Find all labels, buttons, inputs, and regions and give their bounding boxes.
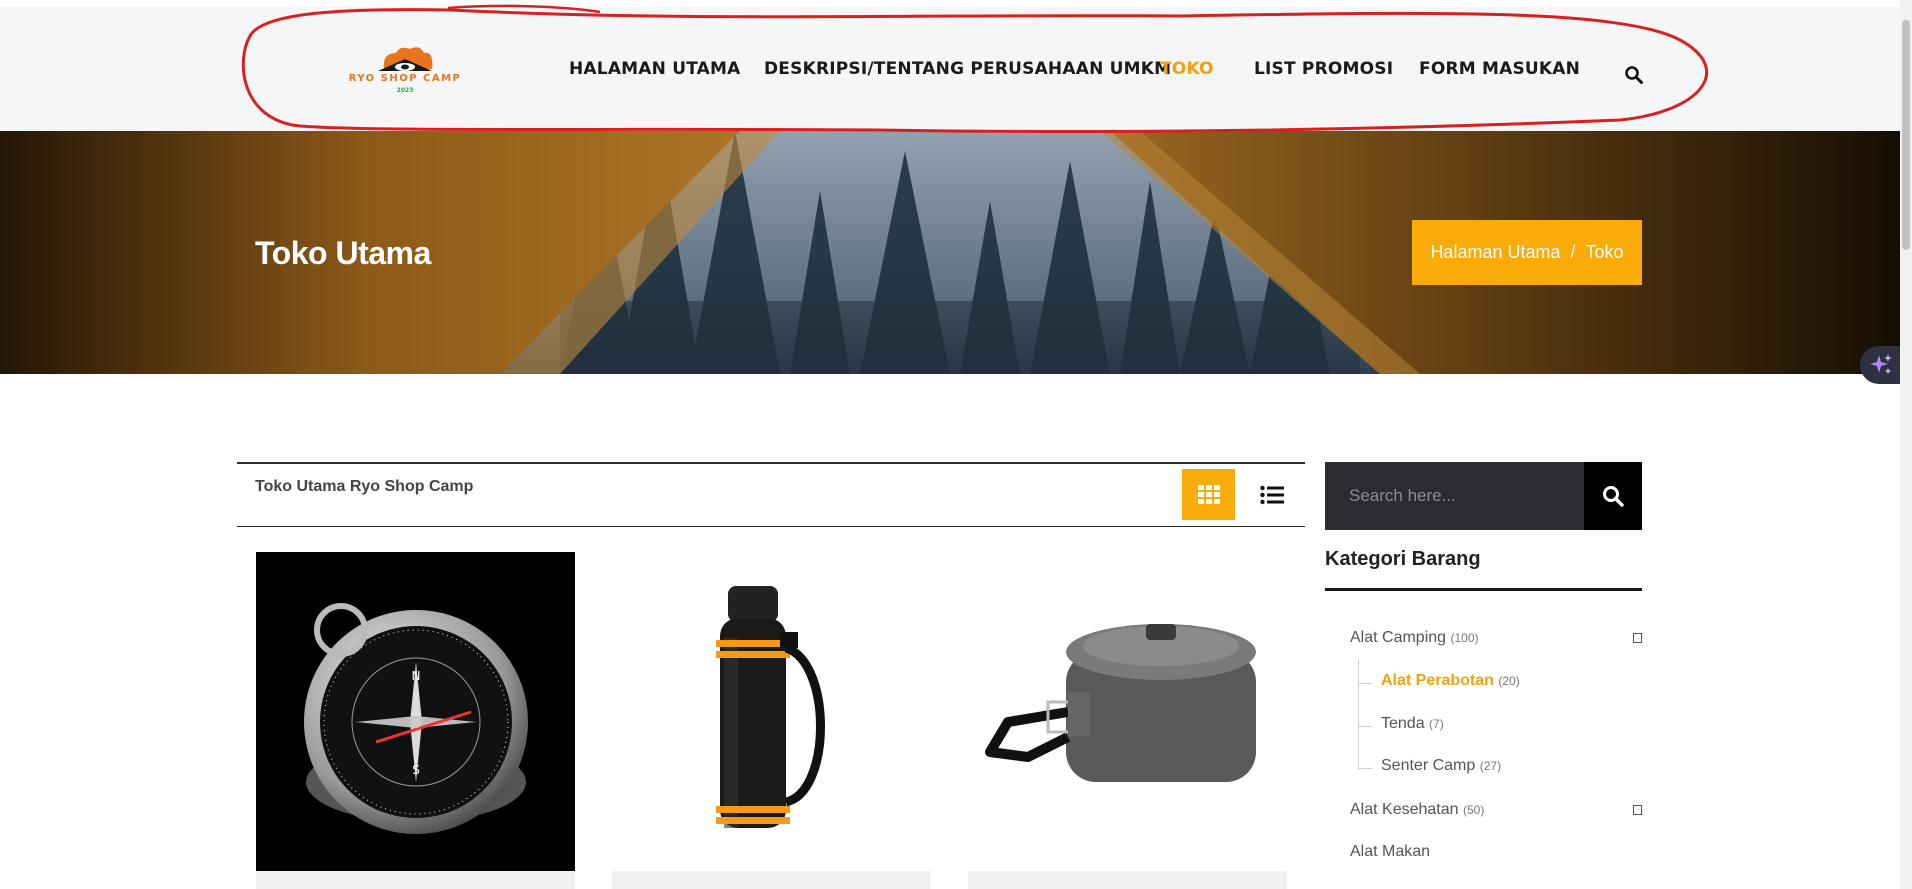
list-view-icon bbox=[1259, 485, 1284, 504]
category-name: Tenda bbox=[1381, 715, 1425, 732]
camping-pot-icon bbox=[985, 624, 1256, 782]
category-count: (27) bbox=[1479, 759, 1502, 773]
category-count: (50) bbox=[1462, 803, 1485, 817]
sidebar-search bbox=[1325, 462, 1642, 530]
grid-view-icon bbox=[1197, 484, 1220, 504]
breadcrumb-separator: / bbox=[1570, 242, 1576, 262]
breadcrumb-current: Toko bbox=[1585, 242, 1624, 262]
sidebar-search-button[interactable] bbox=[1584, 462, 1642, 530]
compass-icon: N S bbox=[304, 603, 528, 834]
svg-text:S: S bbox=[412, 763, 420, 777]
list-view-button[interactable] bbox=[1245, 469, 1298, 520]
product-card-thermos[interactable] bbox=[612, 552, 931, 871]
category-name: Alat Camping bbox=[1350, 629, 1447, 646]
page: RYO SHOP CAMP 2023 HALAMAN UTAMA DESKRIP… bbox=[0, 0, 1912, 889]
breadcrumb: Halaman Utama / Toko bbox=[1412, 220, 1642, 285]
nav-toko[interactable]: TOKO bbox=[1160, 59, 1214, 79]
ai-assistant-button[interactable] bbox=[1860, 346, 1904, 384]
category-alat-makan[interactable]: Alat Makan bbox=[1350, 843, 1430, 861]
category-senter-camp[interactable]: Senter Camp (27) bbox=[1381, 757, 1501, 775]
expand-alat-kesehatan-toggle[interactable] bbox=[1633, 805, 1642, 815]
product-card-compass[interactable]: N S bbox=[256, 552, 575, 871]
scrollbar-thumb[interactable] bbox=[1902, 20, 1910, 250]
category-count: (20) bbox=[1498, 674, 1520, 688]
expand-alat-camping-toggle[interactable] bbox=[1633, 633, 1642, 643]
shop-toolbar: Toko Utama Ryo Shop Camp bbox=[237, 462, 1305, 527]
category-name: Alat Makan bbox=[1350, 843, 1431, 860]
product-card-footer bbox=[968, 871, 1287, 889]
nav-form-masukan[interactable]: FORM MASUKAN bbox=[1419, 59, 1580, 79]
grid-view-button[interactable] bbox=[1182, 469, 1235, 520]
category-name: Senter Camp bbox=[1381, 757, 1476, 774]
categories-title: Kategori Barang bbox=[1325, 548, 1481, 570]
breadcrumb-home-link[interactable]: Halaman Utama bbox=[1430, 242, 1560, 263]
category-tree-branch bbox=[1358, 683, 1372, 684]
page-scrollbar[interactable] bbox=[1900, 0, 1912, 889]
category-name: Alat Perabotan bbox=[1381, 672, 1494, 689]
category-alat-kesehatan[interactable]: Alat Kesehatan (50) bbox=[1350, 801, 1484, 819]
category-alat-perabotan[interactable]: Alat Perabotan (20) bbox=[1381, 672, 1520, 690]
product-card-footer bbox=[612, 871, 931, 889]
sidebar-search-input[interactable] bbox=[1325, 462, 1584, 530]
svg-text:N: N bbox=[412, 669, 421, 683]
hero-banner: Toko Utama Halaman Utama / Toko bbox=[0, 131, 1900, 374]
search-icon bbox=[1603, 486, 1624, 507]
product-card-footer bbox=[256, 871, 575, 889]
category-count: (100) bbox=[1450, 631, 1479, 645]
category-tree-line bbox=[1358, 660, 1359, 770]
category-tenda[interactable]: Tenda (7) bbox=[1381, 715, 1444, 733]
nav-deskripsi[interactable]: DESKRIPSI/TENTANG PERUSAHAAN UMKM bbox=[764, 59, 1171, 79]
thermos-flask-icon bbox=[716, 586, 825, 828]
category-name: Alat Kesehatan bbox=[1350, 801, 1459, 818]
product-card-pot[interactable] bbox=[968, 552, 1287, 871]
category-count: (7) bbox=[1429, 717, 1444, 731]
category-tree-branch bbox=[1358, 768, 1372, 769]
page-title: Toko Utama bbox=[255, 235, 431, 271]
shop-title: Toko Utama Ryo Shop Camp bbox=[255, 478, 474, 495]
category-tree-branch bbox=[1358, 726, 1372, 727]
categories-divider bbox=[1325, 588, 1642, 591]
nav-list-promosi[interactable]: LIST PROMOSI bbox=[1254, 59, 1393, 79]
nav-halaman-utama[interactable]: HALAMAN UTAMA bbox=[569, 59, 741, 79]
category-alat-camping[interactable]: Alat Camping (100) bbox=[1350, 629, 1479, 647]
search-icon[interactable] bbox=[1624, 65, 1644, 85]
top-strip bbox=[0, 0, 1900, 7]
main-nav: HALAMAN UTAMA DESKRIPSI/TENTANG PERUSAHA… bbox=[0, 7, 1900, 131]
sparkle-icon bbox=[1870, 354, 1892, 374]
